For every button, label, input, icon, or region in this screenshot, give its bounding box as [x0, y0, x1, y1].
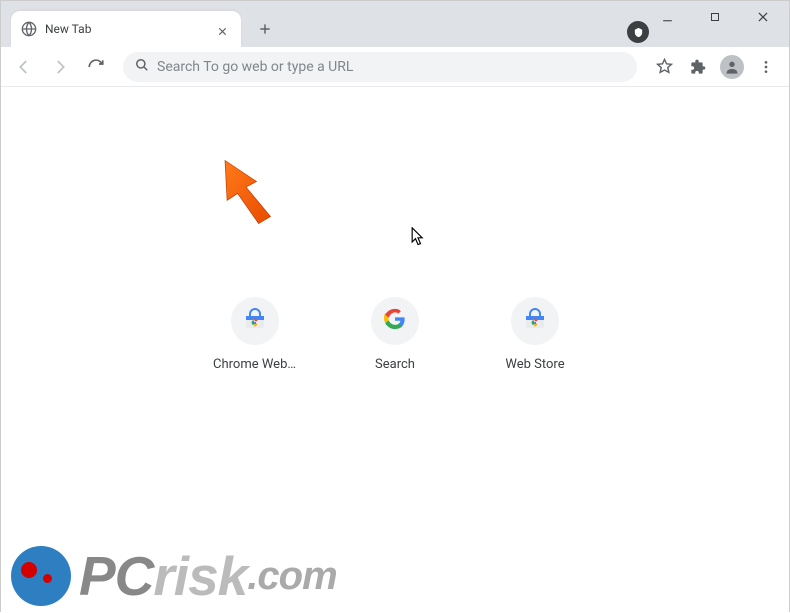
cursor-icon	[411, 227, 425, 247]
chrome-store-icon	[523, 307, 547, 335]
shortcut-search[interactable]: Search	[353, 297, 437, 372]
chrome-store-icon	[243, 307, 267, 335]
omnibox[interactable]: Search To go web or type a URL	[123, 52, 637, 82]
watermark-pc: PC	[79, 544, 153, 608]
titlebar: New Tab	[1, 1, 789, 47]
reload-button[interactable]	[81, 52, 111, 82]
bookmark-star-icon[interactable]	[649, 52, 679, 82]
google-icon	[384, 308, 406, 334]
new-tab-content: Chrome Web … Search Web Store	[1, 87, 789, 613]
shortcut-web-store[interactable]: Web Store	[493, 297, 577, 372]
shortcut-label: Search	[375, 357, 415, 372]
watermark: PCrisk.com	[11, 544, 337, 608]
menu-button[interactable]	[751, 52, 781, 82]
extension-shield-icon[interactable]	[627, 21, 649, 43]
globe-icon	[21, 21, 37, 37]
shortcut-circle	[231, 297, 279, 345]
avatar-icon	[720, 55, 744, 79]
toolbar-right	[649, 52, 781, 82]
shortcut-label: Chrome Web …	[213, 357, 297, 372]
tab-title: New Tab	[45, 22, 217, 36]
arrow-annotation-icon	[218, 157, 288, 227]
back-button[interactable]	[9, 52, 39, 82]
extensions-icon[interactable]	[683, 52, 713, 82]
maximize-button[interactable]	[695, 3, 735, 31]
watermark-logo-icon	[11, 546, 71, 606]
watermark-com: .com	[247, 554, 336, 599]
omnibox-placeholder: Search To go web or type a URL	[157, 59, 353, 75]
profile-avatar[interactable]	[717, 52, 747, 82]
close-tab-icon[interactable]	[217, 22, 231, 36]
minimize-button[interactable]	[647, 3, 687, 31]
shortcut-chrome-web[interactable]: Chrome Web …	[213, 297, 297, 372]
shortcut-label: Web Store	[505, 357, 564, 372]
window-controls	[647, 3, 783, 31]
forward-button[interactable]	[45, 52, 75, 82]
search-icon	[135, 57, 149, 76]
shortcut-circle	[511, 297, 559, 345]
watermark-risk: risk	[153, 544, 247, 608]
close-window-button[interactable]	[743, 3, 783, 31]
new-tab-button[interactable]	[251, 15, 279, 43]
shortcut-circle	[371, 297, 419, 345]
active-tab[interactable]: New Tab	[11, 11, 241, 47]
toolbar: Search To go web or type a URL	[1, 47, 789, 87]
shortcuts-row: Chrome Web … Search Web Store	[213, 297, 577, 372]
